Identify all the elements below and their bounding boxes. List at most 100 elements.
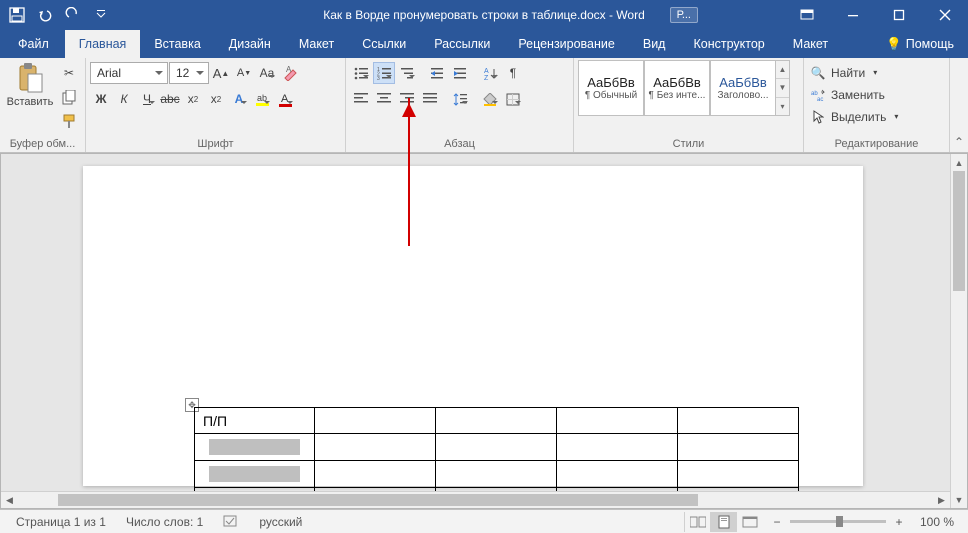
superscript-icon[interactable]: x2	[205, 88, 227, 110]
find-button[interactable]: 🔍Найти▾	[808, 62, 906, 83]
table-row: П/П	[195, 408, 799, 434]
zoom-in-button[interactable]: +	[892, 515, 906, 529]
grow-font-icon[interactable]: A▲	[210, 62, 232, 84]
styles-down-icon[interactable]: ▼	[776, 79, 789, 97]
format-painter-icon[interactable]	[58, 110, 80, 132]
styles-gallery[interactable]: АаБбВв¶ Обычный АаБбВв¶ Без инте... АаБб…	[578, 60, 790, 116]
select-button[interactable]: Выделить▾	[808, 106, 906, 127]
scroll-thumb[interactable]	[953, 171, 965, 291]
multilevel-list-icon[interactable]	[396, 62, 418, 84]
group-editing-label: Редактирование	[808, 137, 945, 152]
underline-button[interactable]: Ч	[136, 88, 158, 110]
status-page[interactable]: Страница 1 из 1	[6, 515, 116, 529]
bold-button[interactable]: Ж	[90, 88, 112, 110]
zoom-slider[interactable]	[790, 520, 886, 523]
status-language[interactable]: русский	[249, 515, 312, 529]
style-normal[interactable]: АаБбВв¶ Обычный	[578, 60, 644, 116]
maximize-icon[interactable]	[876, 0, 922, 30]
tab-layout[interactable]: Макет	[285, 30, 348, 58]
styles-more-icon[interactable]: ▾	[776, 98, 789, 115]
table-header-cell[interactable]: П/П	[195, 408, 315, 434]
tab-table-design[interactable]: Конструктор	[679, 30, 778, 58]
style-heading1[interactable]: АаБбВвЗаголово...	[710, 60, 776, 116]
tab-mailings[interactable]: Рассылки	[420, 30, 504, 58]
table-row	[195, 434, 799, 461]
account-badge[interactable]: Р...	[670, 7, 698, 23]
group-styles-label: Стили	[578, 137, 799, 152]
minimize-icon[interactable]	[830, 0, 876, 30]
subscript-icon[interactable]: x2	[182, 88, 204, 110]
scroll-down-icon[interactable]: ▼	[951, 491, 967, 508]
close-icon[interactable]	[922, 0, 968, 30]
clear-formatting-icon[interactable]: A	[279, 62, 301, 84]
replace-button[interactable]: abacЗаменить	[808, 84, 906, 105]
bullets-icon[interactable]	[350, 62, 372, 84]
qat-dropdown-icon[interactable]	[88, 2, 114, 28]
highlight-icon[interactable]: ab	[251, 88, 273, 110]
tab-design[interactable]: Дизайн	[215, 30, 285, 58]
ribbon: Вставить ✂ Буфер обм... Arial 12 A▲ A▼ A…	[0, 58, 968, 153]
group-font-label: Шрифт	[90, 137, 341, 152]
redo-icon[interactable]	[60, 2, 86, 28]
svg-text:Z: Z	[484, 75, 489, 80]
decrease-indent-icon[interactable]	[426, 62, 448, 84]
save-icon[interactable]	[4, 2, 30, 28]
read-mode-icon[interactable]	[684, 512, 710, 532]
shrink-font-icon[interactable]: A▼	[233, 62, 255, 84]
tab-insert[interactable]: Вставка	[140, 30, 214, 58]
scroll-up-icon[interactable]: ▲	[951, 154, 967, 171]
shading-icon[interactable]	[479, 88, 501, 110]
svg-text:A: A	[286, 66, 292, 74]
scroll-thumb[interactable]	[58, 494, 698, 506]
status-bar: Страница 1 из 1 Число слов: 1 русский − …	[0, 509, 968, 533]
align-left-icon[interactable]	[350, 88, 372, 110]
zoom-out-button[interactable]: −	[770, 515, 784, 529]
horizontal-scrollbar[interactable]: ◀ ▶	[1, 491, 950, 508]
document-area: ✥ П/П ▲ ▼ ◀ ▶	[0, 153, 968, 509]
tab-home[interactable]: Главная	[65, 30, 141, 58]
web-layout-icon[interactable]	[736, 512, 762, 532]
tab-file[interactable]: Файл	[2, 30, 65, 58]
tab-table-layout[interactable]: Макет	[779, 30, 842, 58]
print-layout-icon[interactable]	[710, 512, 736, 532]
justify-icon[interactable]	[419, 88, 441, 110]
borders-icon[interactable]	[502, 88, 524, 110]
increase-indent-icon[interactable]	[449, 62, 471, 84]
cut-icon[interactable]: ✂	[58, 62, 80, 84]
tell-me[interactable]: 💡Помощь	[872, 30, 968, 58]
text-effects-icon[interactable]: A	[228, 88, 250, 110]
paste-button[interactable]: Вставить	[4, 60, 56, 110]
zoom-level[interactable]: 100 %	[912, 515, 954, 529]
change-case-icon[interactable]: Aa	[256, 62, 278, 84]
tab-view[interactable]: Вид	[629, 30, 680, 58]
tab-review[interactable]: Рецензирование	[504, 30, 629, 58]
collapse-ribbon-icon[interactable]: ⌃	[950, 58, 968, 152]
show-marks-icon[interactable]: ¶	[502, 62, 524, 84]
sort-icon[interactable]: AZ	[479, 62, 501, 84]
align-center-icon[interactable]	[373, 88, 395, 110]
selection-highlight	[209, 466, 300, 482]
ribbon-display-icon[interactable]	[784, 0, 830, 30]
line-spacing-icon[interactable]	[449, 88, 471, 110]
font-size-combo[interactable]: 12	[169, 62, 209, 84]
font-family-combo[interactable]: Arial	[90, 62, 168, 84]
status-word-count[interactable]: Число слов: 1	[116, 515, 213, 529]
tab-references[interactable]: Ссылки	[348, 30, 420, 58]
styles-up-icon[interactable]: ▲	[776, 61, 789, 79]
lightbulb-icon: 💡	[886, 37, 902, 52]
scroll-right-icon[interactable]: ▶	[933, 492, 950, 508]
italic-button[interactable]: К	[113, 88, 135, 110]
scroll-left-icon[interactable]: ◀	[1, 492, 18, 508]
strikethrough-icon[interactable]: abc	[159, 88, 181, 110]
font-color-icon[interactable]: A	[274, 88, 296, 110]
svg-text:A: A	[281, 93, 289, 105]
annotation-arrow	[408, 98, 410, 246]
style-no-spacing[interactable]: АаБбВв¶ Без инте...	[644, 60, 710, 116]
copy-icon[interactable]	[58, 86, 80, 108]
title-bar: Как в Ворде пронумеровать строки в табли…	[0, 0, 968, 30]
vertical-scrollbar[interactable]: ▲ ▼	[950, 154, 967, 508]
numbering-icon[interactable]: 123	[373, 62, 395, 84]
svg-text:3: 3	[377, 76, 380, 80]
spellcheck-icon[interactable]	[213, 515, 249, 529]
undo-icon[interactable]	[32, 2, 58, 28]
